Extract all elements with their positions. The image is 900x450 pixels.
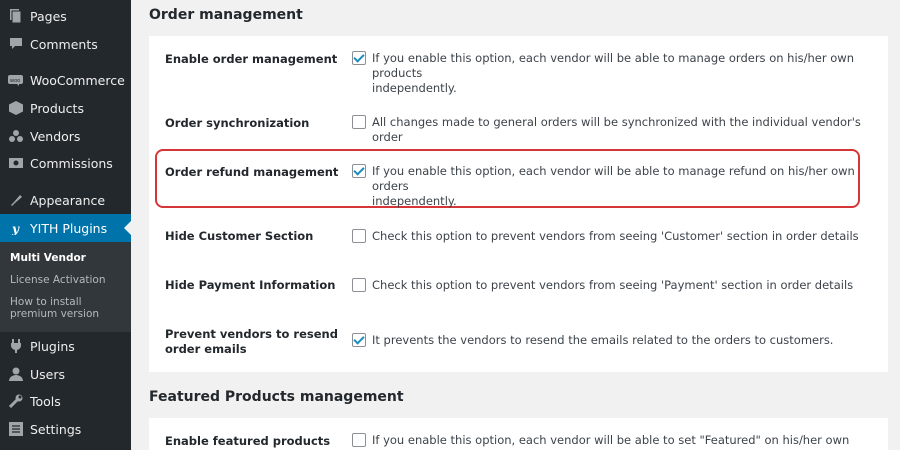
checkbox-hide-customer-section[interactable]: [352, 229, 366, 243]
sidebar-item-comments[interactable]: Comments: [0, 30, 131, 58]
settings-icon: [8, 422, 23, 437]
row-desc-enable-featured-products: If you enable this option, each vendor w…: [372, 433, 850, 450]
pages-icon: [8, 9, 23, 24]
sidebar-item-label: Products: [30, 100, 84, 116]
desc-line: If you enable this option, each vendor w…: [372, 164, 855, 193]
sidebar-item-users[interactable]: Users: [0, 360, 131, 388]
row-desc-order-refund-management: If you enable this option, each vendor w…: [372, 164, 872, 209]
row-desc-hide-payment-information: Check this option to prevent vendors fro…: [372, 278, 854, 292]
submenu-multi-vendor[interactable]: Multi Vendor: [10, 252, 86, 264]
label-line: order emails: [165, 342, 247, 356]
checkbox-order-refund-management[interactable]: [352, 164, 366, 178]
submenu-how-to-install-line1: How to install: [10, 296, 82, 308]
woocommerce-icon: woo: [8, 73, 23, 88]
users-icon: [8, 367, 23, 382]
sidebar-item-label: Comments: [30, 36, 98, 52]
comments-icon: [8, 37, 23, 52]
section-title-featured-products: Featured Products management: [149, 389, 404, 405]
row-label-enable-featured-products: Enable featured products: [165, 434, 331, 448]
checkbox-enable-order-management[interactable]: [352, 51, 366, 65]
checkbox-hide-payment-information[interactable]: [352, 278, 366, 292]
submenu-how-to-install-line2: premium version: [10, 308, 100, 320]
row-desc-prevent-vendors-resend: It prevents the vendors to resend the em…: [372, 333, 834, 347]
row-label-order-synchronization: Order synchronization: [165, 116, 310, 130]
checkbox-enable-featured-products[interactable]: [352, 433, 366, 447]
sidebar-item-label: Vendors: [30, 128, 81, 144]
label-line: Prevent vendors to resend: [165, 327, 338, 341]
sidebar-item-commissions[interactable]: Commissions: [0, 149, 131, 177]
sidebar-item-label: Users: [30, 366, 66, 382]
sidebar-item-label: Pages: [30, 8, 67, 24]
desc-line: independently.: [372, 194, 457, 208]
sidebar-item-appearance[interactable]: Appearance: [0, 186, 131, 214]
desc-line: independently.: [372, 81, 457, 95]
row-desc-order-synchronization: All changes made to general orders will …: [372, 115, 861, 144]
tools-icon: [8, 394, 23, 409]
sidebar-item-label: Tools: [30, 393, 61, 409]
sidebar-item-label: Commissions: [30, 155, 113, 171]
plugins-icon: [8, 339, 23, 354]
desc-line: If you enable this option, each vendor w…: [372, 51, 854, 80]
row-label-prevent-vendors-resend: Prevent vendors to resend order emails: [165, 327, 338, 357]
section-title-order-management: Order management: [149, 7, 303, 23]
yith-submenu: Multi Vendor License Activation How to i…: [0, 242, 131, 332]
sidebar-item-label: Plugins: [30, 338, 75, 354]
row-label-enable-order-management: Enable order management: [165, 52, 338, 66]
row-label-hide-payment-information: Hide Payment Information: [165, 278, 336, 292]
checkbox-prevent-vendors-resend[interactable]: [352, 333, 366, 347]
products-icon: [8, 101, 23, 116]
row-label-hide-customer-section: Hide Customer Section: [165, 229, 314, 243]
yith-icon: y: [8, 221, 23, 236]
row-desc-enable-order-management: If you enable this option, each vendor w…: [372, 51, 872, 96]
sidebar-item-label: Appearance: [30, 192, 106, 208]
submenu-license-activation[interactable]: License Activation: [10, 274, 106, 286]
sidebar-item-vendors[interactable]: Vendors: [0, 122, 131, 150]
svg-text:y: y: [11, 222, 20, 235]
sidebar-item-yith-plugins[interactable]: y YITH Plugins: [0, 214, 131, 242]
svg-text:woo: woo: [10, 78, 20, 84]
sidebar-item-products[interactable]: Products: [0, 94, 131, 122]
sidebar-item-plugins[interactable]: Plugins: [0, 332, 131, 360]
submenu-how-to-install[interactable]: How to install premium version: [10, 296, 99, 320]
sidebar-item-pages[interactable]: Pages: [0, 2, 131, 30]
vendors-icon: [8, 129, 23, 144]
sidebar-item-label: WooCommerce: [30, 72, 125, 88]
row-desc-hide-customer-section: Check this option to prevent vendors fro…: [372, 229, 859, 243]
sidebar-item-label: Settings: [30, 421, 82, 437]
appearance-icon: [8, 193, 23, 208]
row-label-order-refund-management: Order refund management: [165, 165, 339, 179]
sidebar-item-tools[interactable]: Tools: [0, 387, 131, 415]
sidebar-item-woocommerce[interactable]: woo WooCommerce: [0, 66, 131, 94]
sidebar-item-settings[interactable]: Settings: [0, 415, 131, 443]
commissions-icon: [8, 156, 23, 171]
checkbox-order-synchronization[interactable]: [352, 115, 366, 129]
sidebar-item-label: YITH Plugins: [30, 220, 108, 236]
admin-sidebar: Pages Comments woo WooCommerce Products …: [0, 0, 131, 450]
